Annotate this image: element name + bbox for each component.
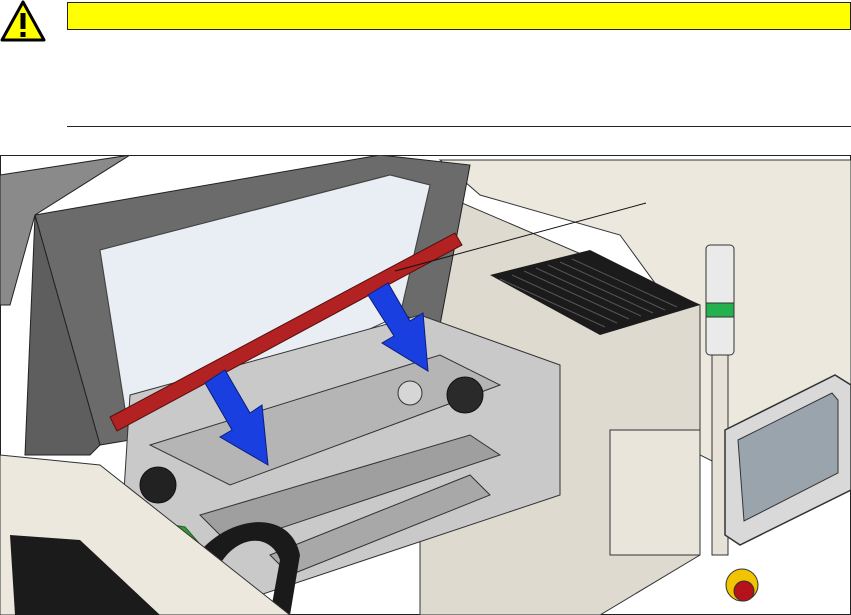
machine-illustration — [0, 155, 851, 615]
warning-triangle-icon — [0, 0, 46, 42]
warning-header-bar — [67, 2, 851, 30]
warning-divider — [67, 126, 851, 127]
emergency-stop-icon — [725, 568, 759, 602]
